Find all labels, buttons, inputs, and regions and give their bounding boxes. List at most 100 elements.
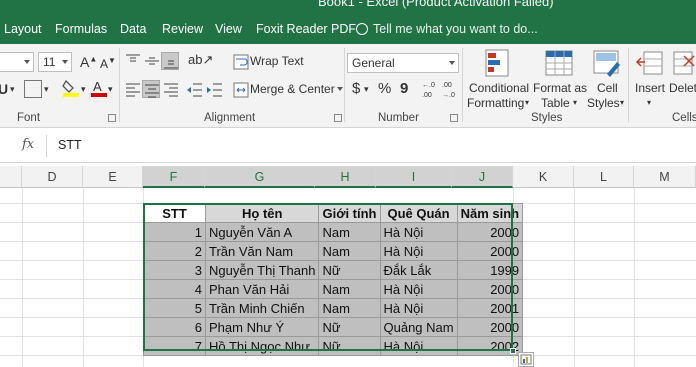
merge-center-button[interactable]: Merge & Center [230, 79, 343, 99]
insert-function-icon[interactable]: fx [22, 137, 34, 152]
font-size-combo[interactable]: 11 [38, 52, 72, 72]
cell-stt[interactable]: 3 [143, 260, 206, 280]
cell-que-quan[interactable]: Hà Nội [379, 241, 458, 261]
cell-ho-ten[interactable]: Trần Minh Chiến [204, 298, 320, 318]
cell-que-quan[interactable]: Hà Nội [379, 279, 458, 299]
cell-gioi-tinh[interactable]: Nam [318, 279, 381, 299]
comma-style-button[interactable]: 9 [400, 80, 408, 97]
cell-nam-sinh[interactable]: 1999 [456, 260, 524, 280]
currency-button[interactable]: $ [352, 80, 360, 97]
cell-gioi-tinh[interactable]: Nữ [318, 317, 381, 337]
tab-data[interactable]: Data [120, 22, 146, 36]
cell-gioi-tinh[interactable]: Nữ [318, 336, 381, 356]
align-center-icon[interactable] [142, 80, 160, 98]
column-header-m[interactable]: M [634, 166, 696, 188]
decrease-decimal-icon[interactable]: .00 →.0 [442, 78, 460, 99]
chevron-down-icon[interactable]: ▾ [364, 84, 369, 95]
number-dialog-launcher-icon[interactable] [450, 114, 458, 122]
alignment-dialog-launcher-icon[interactable] [334, 114, 342, 122]
increase-decimal-icon[interactable]: ←.0.00 [422, 78, 440, 99]
cell-que-quan[interactable]: Quảng Nam [379, 317, 458, 337]
tab-view[interactable]: View [215, 22, 242, 36]
header-cell-stt[interactable]: STT [143, 203, 206, 223]
cell-ho-ten[interactable]: Nguyễn Văn A [204, 222, 320, 242]
chevron-down-icon[interactable]: ▾ [108, 84, 113, 95]
chevron-down-icon[interactable]: ▾ [81, 84, 86, 95]
number-format-combo[interactable]: General [347, 53, 459, 73]
fill-handle[interactable] [510, 348, 516, 354]
align-right-icon[interactable] [162, 80, 180, 98]
cell-stt[interactable]: 6 [143, 317, 206, 337]
cell-ho-ten[interactable]: Nguyễn Thị Thanh [204, 260, 320, 280]
cell-que-quan[interactable]: Đắk Lắk [379, 260, 458, 280]
cell-nam-sinh[interactable]: 2001 [456, 298, 524, 318]
cell-stt[interactable]: 5 [143, 298, 206, 318]
align-middle-icon[interactable] [143, 52, 161, 70]
cell-ho-ten[interactable]: Phan Văn Hải [204, 279, 320, 299]
increase-indent-icon[interactable] [206, 80, 224, 98]
header-cell-ho-ten[interactable]: Họ tên [204, 203, 320, 223]
cell-gioi-tinh[interactable]: Nam [318, 298, 381, 318]
tab-layout[interactable]: Layout [4, 22, 42, 36]
tab-formulas[interactable]: Formulas [55, 22, 107, 36]
underline-icon[interactable]: U [0, 81, 8, 97]
percent-button[interactable]: % [378, 80, 391, 97]
tell-me-box[interactable]: Tell me what you want to do... [356, 22, 538, 36]
cell-stt[interactable]: 4 [143, 279, 206, 299]
cell-nam-sinh[interactable]: 2000 [456, 241, 524, 261]
cell-stt[interactable]: 1 [143, 222, 206, 242]
column-header-i[interactable]: I [376, 166, 452, 188]
cell-nam-sinh[interactable]: 2000 [456, 317, 524, 337]
column-header-e[interactable]: E [83, 166, 143, 188]
cell-que-quan[interactable]: Hà Nội [379, 222, 458, 242]
header-cell-nam-sinh[interactable]: Năm sinh [456, 203, 524, 223]
cell-ho-ten[interactable]: Trần Văn Nam [204, 241, 320, 261]
font-name-combo[interactable] [0, 52, 34, 72]
column-header-j[interactable]: J [452, 166, 513, 188]
tab-foxit-reader-pdf[interactable]: Foxit Reader PDF [256, 22, 356, 36]
conditional-formatting-button[interactable]: Conditional Formatting ▾ [466, 46, 530, 110]
column-header-f[interactable]: F [143, 166, 205, 188]
borders-icon[interactable] [24, 80, 42, 98]
column-header-d[interactable]: D [22, 166, 83, 188]
insert-button[interactable]: Insert ▾ [632, 46, 666, 110]
header-cell-que-quan[interactable]: Quê Quán [379, 203, 458, 223]
cell-nam-sinh[interactable]: 2000 [456, 222, 524, 242]
column-header-l[interactable]: L [574, 166, 634, 188]
cell-que-quan[interactable]: Hà Nội [379, 336, 458, 356]
tab-review[interactable]: Review [162, 22, 203, 36]
column-header-k[interactable]: K [513, 166, 574, 188]
font-color-icon[interactable]: A [90, 78, 108, 97]
quick-analysis-icon[interactable] [518, 352, 534, 367]
cell-gioi-tinh[interactable]: Nam [318, 222, 381, 242]
format-as-table-button[interactable]: Format as Table ▾ [531, 46, 587, 110]
align-left-icon[interactable] [124, 80, 142, 98]
table-row: 7 Hồ Thị Ngọc Như Nữ Hà Nội 2002 [143, 336, 524, 356]
cell-que-quan[interactable]: Hà Nội [379, 298, 458, 318]
formula-input[interactable]: STT [58, 138, 82, 152]
decrease-font-icon[interactable]: A▼ [100, 56, 116, 71]
delete-button[interactable]: Delete [668, 46, 696, 110]
column-header-h[interactable]: H [315, 166, 376, 188]
chevron-down-icon[interactable]: ▾ [10, 84, 15, 95]
increase-font-icon[interactable]: A▲ [80, 54, 97, 70]
align-bottom-icon[interactable] [161, 52, 179, 70]
cell-styles-button[interactable]: Cell Styles ▾ [586, 46, 626, 110]
align-top-icon[interactable] [124, 52, 142, 70]
chevron-down-icon[interactable]: ▾ [44, 84, 49, 95]
wrap-text-button[interactable]: Wrap Text [230, 51, 326, 71]
cell-gioi-tinh[interactable]: Nữ [318, 260, 381, 280]
fill-color-icon[interactable] [62, 78, 80, 97]
cell-gioi-tinh[interactable]: Nam [318, 241, 381, 261]
cell-stt[interactable]: 2 [143, 241, 206, 261]
header-cell-gioi-tinh[interactable]: Giới tính [318, 203, 381, 223]
font-dialog-launcher-icon[interactable] [108, 114, 116, 122]
orientation-icon[interactable]: ab↗ [188, 52, 213, 68]
column-header-g[interactable]: G [205, 166, 315, 188]
cell-ho-ten[interactable]: Phạm Như Ý [204, 317, 320, 337]
cell-nam-sinh[interactable]: 2000 [456, 279, 524, 299]
cell-stt[interactable]: 7 [143, 336, 206, 356]
svg-text:←.0: ←.0 [422, 82, 435, 89]
cell-ho-ten[interactable]: Hồ Thị Ngọc Như [204, 336, 320, 356]
decrease-indent-icon[interactable] [186, 80, 204, 98]
